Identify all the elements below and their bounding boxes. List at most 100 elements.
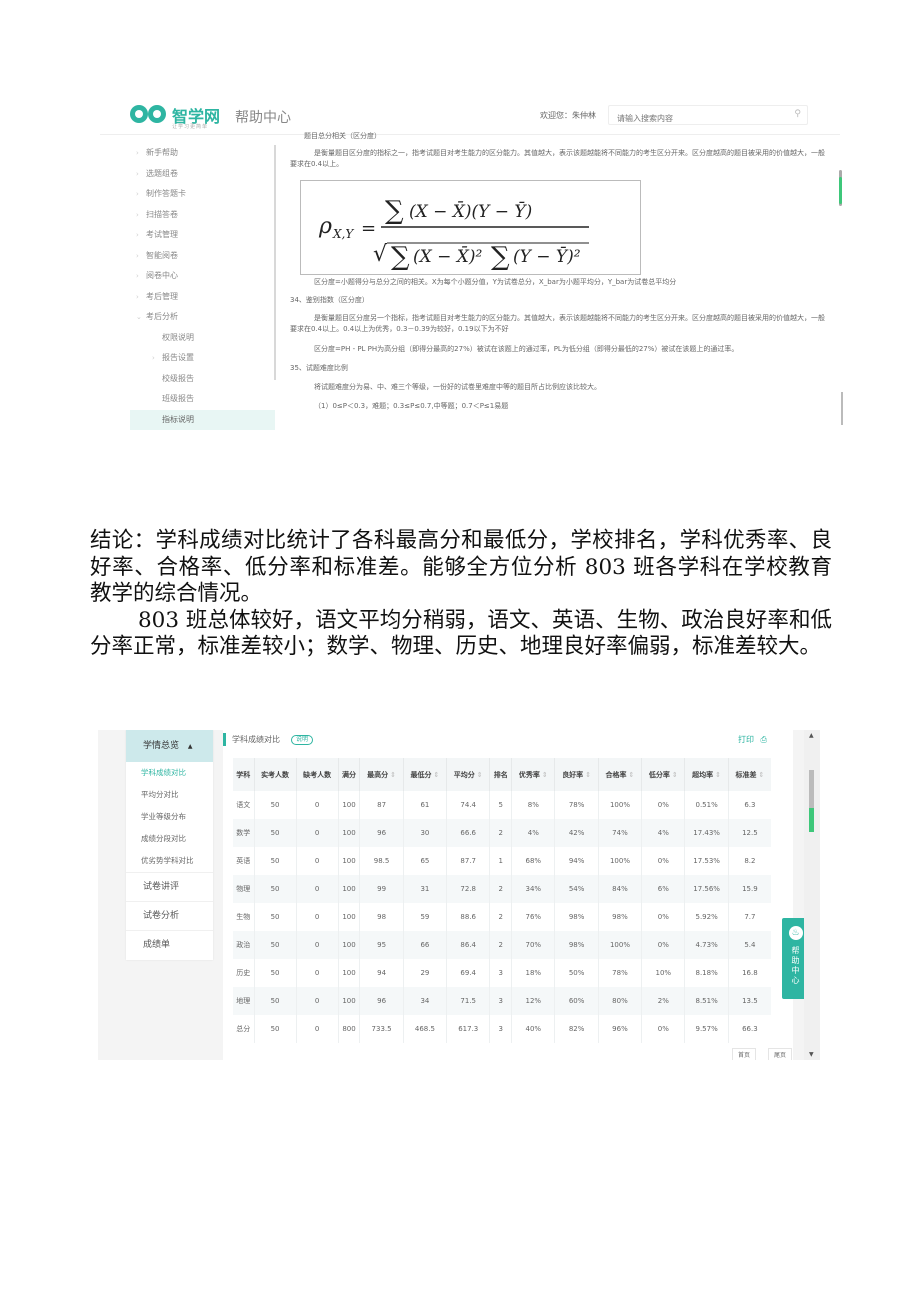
sort-icon[interactable]: ⇕ bbox=[758, 771, 764, 779]
table-cell: 13.5 bbox=[728, 987, 771, 1015]
column-header[interactable]: 合格率 ⇕ bbox=[598, 758, 643, 791]
explain-button[interactable]: 说明 bbox=[291, 735, 314, 745]
table-row: 物理 50 0 100 99 31 72.8 2 34% 54% 84% 6% 17.56% 15.9 bbox=[233, 875, 771, 903]
chevron-right-icon: › bbox=[136, 210, 139, 219]
table-cell: 50 bbox=[254, 959, 297, 987]
table-cell: 733.5 bbox=[359, 1015, 404, 1043]
sort-icon[interactable]: ⇕ bbox=[477, 771, 483, 779]
page-scrollbar[interactable]: ▲ ▼ bbox=[804, 730, 820, 1060]
table-cell: 物理 bbox=[233, 875, 255, 903]
table-cell: 总分 bbox=[233, 1015, 255, 1043]
search-icon[interactable]: ⚲ bbox=[794, 109, 801, 119]
column-header: 满分 bbox=[338, 758, 361, 791]
table-cell: 70% bbox=[511, 931, 556, 959]
nav-subitem[interactable]: 成绩分段对比 bbox=[126, 828, 213, 850]
nav-group-overview[interactable]: 学情总览 ▲ bbox=[126, 730, 213, 762]
sidebar-item[interactable]: › 阅卷中心 bbox=[130, 266, 275, 287]
column-header[interactable]: 超均率 ⇕ bbox=[684, 758, 729, 791]
table-cell: 0 bbox=[296, 847, 339, 875]
table-cell: 50 bbox=[254, 931, 297, 959]
scrollbar-thumb[interactable] bbox=[839, 177, 842, 204]
table-cell: 30 bbox=[403, 819, 448, 847]
column-header[interactable]: 低分率 ⇕ bbox=[641, 758, 686, 791]
sidebar-item[interactable]: › 选题组卷 bbox=[130, 164, 275, 185]
search-input[interactable] bbox=[609, 109, 779, 128]
sidebar-item[interactable]: ⌄ 考后分析 bbox=[130, 307, 275, 328]
table-cell: 94% bbox=[554, 847, 599, 875]
sidebar-item-label: 指标说明 bbox=[162, 414, 194, 424]
table-cell: 8.2 bbox=[744, 857, 756, 865]
conclusion-text: 结论：学科成绩对比统计了各科最高分和最低分，学校排名，学科优秀率、良好率、合格率… bbox=[90, 528, 832, 661]
chevron-right-icon: › bbox=[136, 292, 139, 301]
nav-subitem[interactable]: 优劣势学科对比 bbox=[126, 850, 213, 872]
table-cell: 50 bbox=[254, 987, 297, 1015]
table-cell: 0 bbox=[296, 903, 339, 931]
scroll-down-icon[interactable]: ▼ bbox=[809, 1051, 814, 1058]
section-title: 帮助中心 bbox=[235, 110, 291, 126]
table-cell: 5.4 bbox=[728, 931, 771, 959]
sidebar-item[interactable]: › 制作答题卡 bbox=[130, 184, 275, 205]
table-cell: 地理 bbox=[233, 987, 255, 1015]
table-cell: 50 bbox=[254, 903, 297, 931]
table-cell: 66.6 bbox=[446, 819, 491, 847]
column-header[interactable]: 最高分 ⇕ bbox=[359, 758, 404, 791]
first-page-button[interactable]: 首页 bbox=[732, 1048, 757, 1060]
table-cell: 9.57% bbox=[684, 1015, 729, 1043]
chevron-down-icon: ⌄ bbox=[136, 313, 142, 321]
scroll-up-icon[interactable]: ▲ bbox=[809, 732, 814, 739]
table-cell: 3 bbox=[489, 987, 513, 1015]
last-page-button[interactable]: 尾页 bbox=[768, 1048, 793, 1060]
table-cell: 10% bbox=[641, 959, 686, 987]
sort-icon[interactable]: ⇕ bbox=[715, 771, 721, 779]
sidebar-item[interactable]: 指标说明 bbox=[130, 409, 275, 430]
nav-item[interactable]: 试卷分析 bbox=[126, 901, 213, 930]
table-cell: 88.6 bbox=[446, 903, 491, 931]
sort-icon[interactable]: ⇕ bbox=[672, 771, 678, 779]
column-header[interactable]: 优秀率 ⇕ bbox=[511, 758, 556, 791]
sort-icon[interactable]: ⇕ bbox=[390, 771, 396, 779]
table-cell: 71.5 bbox=[446, 987, 491, 1015]
sort-icon[interactable]: ⇕ bbox=[542, 771, 548, 779]
table-cell: 87.7 bbox=[446, 847, 491, 875]
column-header[interactable]: 最低分 ⇕ bbox=[403, 758, 448, 791]
svg-text:X,Y: X,Y bbox=[332, 227, 354, 241]
table-cell: 99 bbox=[359, 875, 404, 903]
sort-icon[interactable]: ⇕ bbox=[585, 771, 591, 779]
table-cell: 0 bbox=[296, 875, 339, 903]
table-cell: 2 bbox=[489, 903, 513, 931]
table-cell: 0 bbox=[296, 987, 339, 1015]
scrollbar-secondary[interactable] bbox=[841, 392, 843, 425]
table-cell: 59 bbox=[403, 903, 448, 931]
sidebar-item[interactable]: › 新手帮助 bbox=[130, 143, 275, 164]
nav-group-label: 学情总览 bbox=[143, 741, 180, 751]
sort-icon[interactable]: ⇕ bbox=[433, 771, 439, 779]
sidebar-item[interactable]: 校级报告 bbox=[130, 369, 275, 390]
table-row: 历史 50 0 100 94 29 69.4 3 18% 50% 78% 10% 8.18% 16.8 bbox=[233, 959, 771, 987]
column-header[interactable]: 良好率 ⇕ bbox=[554, 758, 599, 791]
sidebar-item[interactable]: › 报告设置 bbox=[130, 348, 275, 369]
table-cell: 语文 bbox=[233, 791, 255, 819]
print-label: 打印 bbox=[738, 735, 754, 744]
column-header[interactable]: 标准差 ⇕ bbox=[728, 758, 771, 791]
nav-item[interactable]: 试卷讲评 bbox=[126, 872, 213, 901]
table-cell: 50 bbox=[254, 791, 297, 819]
table-cell: 84% bbox=[598, 875, 643, 903]
column-header-label: 优秀率 bbox=[518, 770, 540, 779]
sidebar-item[interactable]: › 考试管理 bbox=[130, 225, 275, 246]
sidebar-item[interactable]: 班级报告 bbox=[130, 389, 275, 410]
column-header[interactable]: 平均分 ⇕ bbox=[446, 758, 491, 791]
table-cell: 98% bbox=[598, 903, 643, 931]
conclusion-paragraph-2: 803 班总体较好，语文平均分稍弱，语文、英语、生物、政治良好率和低分率正常，标… bbox=[90, 607, 832, 660]
nav-subitem[interactable]: 平均分对比 bbox=[126, 784, 213, 806]
score-table: 学科 实考人数 缺考人数 满分 最高分 ⇕ 最低分 ⇕ 平均分 ⇕ 排名 优秀率 ⇕ 良好率 ⇕ 合格率 ⇕ 低分… bbox=[233, 758, 771, 1043]
sort-icon[interactable]: ⇕ bbox=[629, 771, 635, 779]
sidebar-item[interactable]: › 智能阅卷 bbox=[130, 246, 275, 267]
nav-subitem[interactable]: 学科成绩对比 bbox=[126, 762, 213, 784]
print-button[interactable]: 打印 ⎙ bbox=[738, 734, 767, 745]
nav-subitem[interactable]: 学业等级分布 bbox=[126, 806, 213, 828]
sidebar-item[interactable]: › 扫描答卷 bbox=[130, 205, 275, 226]
nav-item[interactable]: 成绩单 bbox=[126, 930, 213, 959]
sidebar-item[interactable]: 权限说明 bbox=[130, 328, 275, 349]
sidebar-item-label: 选题组卷 bbox=[146, 168, 178, 178]
sidebar-item[interactable]: › 考后管理 bbox=[130, 287, 275, 308]
